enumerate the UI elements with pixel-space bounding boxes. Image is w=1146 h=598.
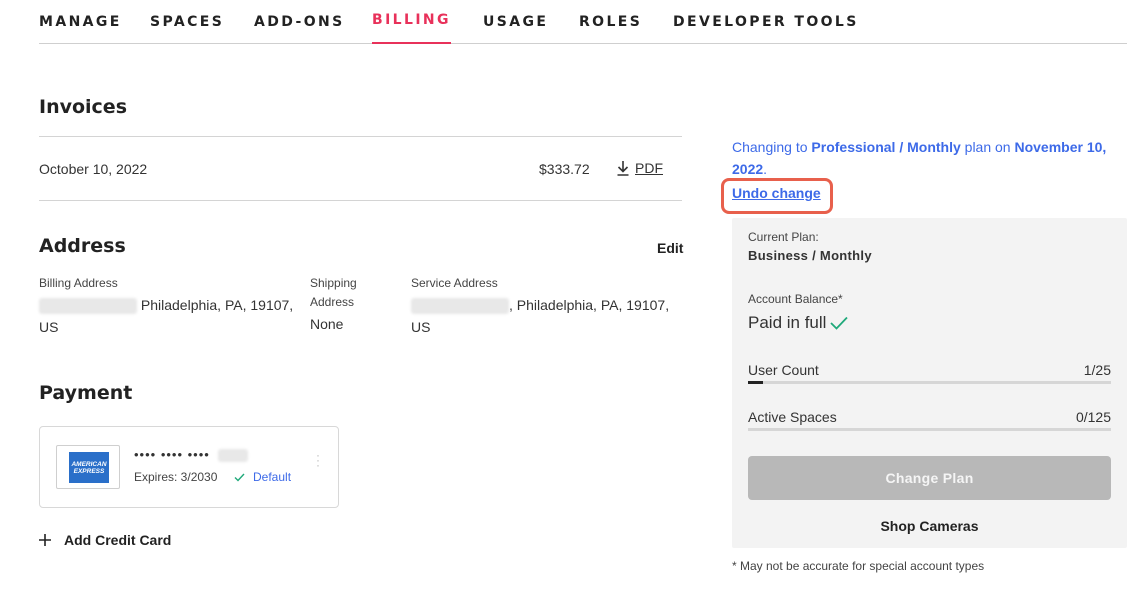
active-spaces-label: Active Spaces (748, 409, 837, 425)
plan-change-middle: plan on (960, 139, 1015, 155)
account-balance-label: Account Balance* (748, 292, 843, 306)
service-address-label: Service Address (411, 276, 498, 290)
billing-address-label: Billing Address (39, 276, 118, 290)
default-label: Default (253, 470, 292, 484)
shipping-label-line2: Address (310, 295, 355, 309)
payment-title: Payment (39, 382, 133, 404)
tab-add-ons[interactable]: ADD-ONS (254, 14, 345, 30)
plan-change-suffix: . (763, 161, 768, 177)
tab-spaces[interactable]: SPACES (150, 14, 224, 30)
card-expiry: Expires: 3/2030 (134, 470, 218, 484)
current-plan-label: Current Plan: (748, 230, 819, 244)
service-city: , Philadelphia, PA, 19107, (509, 297, 670, 313)
tab-manage[interactable]: MANAGE (39, 14, 122, 30)
check-icon (830, 316, 849, 330)
active-spaces-row: Active Spaces 0/125 (748, 409, 1111, 425)
shipping-address-value: None (310, 316, 344, 332)
tab-billing[interactable]: BILLING (372, 12, 451, 44)
shipping-address-label: Shipping Address (310, 274, 357, 312)
download-icon (617, 161, 629, 176)
invoice-amount: $333.72 (539, 161, 590, 177)
user-count-label: User Count (748, 362, 819, 378)
billing-country: US (39, 319, 59, 335)
edit-address-button[interactable]: Edit (657, 240, 683, 256)
top-nav: MANAGE SPACES ADD-ONS BILLING USAGE ROLE… (39, 0, 1127, 44)
undo-change-link[interactable]: Undo change (732, 185, 821, 201)
pdf-label: PDF (635, 160, 663, 176)
user-count-bar-fill (748, 381, 763, 384)
account-balance-value: Paid in full (748, 313, 849, 333)
invoice-pdf-link[interactable]: PDF (617, 160, 663, 176)
redacted-last4 (218, 449, 249, 463)
user-count-bar (748, 381, 1111, 384)
amex-line1: AMERICAN (71, 461, 107, 468)
add-credit-card-label: Add Credit Card (64, 532, 172, 548)
billing-address-value: Philadelphia, PA, 19107, US (39, 294, 301, 338)
amex-line2: EXPRESS (73, 468, 105, 475)
current-plan-value: Business / Monthly (748, 248, 872, 263)
card-number: •••• •••• •••• (134, 447, 249, 463)
shop-cameras-link[interactable]: Shop Cameras (748, 518, 1111, 534)
redacted-street (411, 298, 509, 315)
footnote: * May not be accurate for special accoun… (732, 559, 985, 573)
card-menu-icon[interactable]: · · · (316, 449, 320, 471)
card-masked: •••• •••• •••• (134, 447, 210, 462)
plus-icon (39, 534, 51, 546)
invoice-date: October 10, 2022 (39, 161, 148, 177)
user-count-value: 1/25 (1083, 362, 1111, 378)
new-plan-name: Professional / Monthly (811, 139, 961, 155)
invoices-title: Invoices (39, 96, 128, 118)
active-spaces-value: 0/125 (1075, 409, 1111, 425)
tab-usage[interactable]: USAGE (483, 14, 548, 30)
check-icon (234, 473, 245, 482)
service-address-value: , Philadelphia, PA, 19107, US (411, 294, 681, 338)
tab-developer-tools[interactable]: DEVELOPER TOOLS (673, 14, 859, 30)
redacted-street (39, 298, 137, 315)
address-title: Address (39, 235, 126, 257)
plan-summary-panel: Current Plan: Business / Monthly Account… (732, 218, 1127, 548)
tab-roles[interactable]: ROLES (579, 14, 642, 30)
change-plan-button[interactable]: Change Plan (748, 456, 1111, 500)
user-count-row: User Count 1/25 (748, 362, 1111, 378)
shipping-label-line1: Shipping (310, 276, 357, 290)
service-country: US (411, 319, 431, 335)
balance-text: Paid in full (748, 313, 827, 332)
invoices-divider (39, 136, 682, 137)
credit-card: AMERICAN EXPRESS •••• •••• •••• Expires:… (39, 426, 339, 508)
plan-change-prefix: Changing to (732, 139, 812, 155)
amex-logo: AMERICAN EXPRESS (56, 445, 120, 489)
plan-change-notice: Changing to Professional / Monthly plan … (732, 136, 1122, 180)
billing-city: Philadelphia, PA, 19107, (140, 297, 294, 313)
invoice-row-divider (39, 200, 682, 201)
active-spaces-bar (748, 428, 1111, 431)
add-credit-card-button[interactable]: Add Credit Card (39, 532, 171, 548)
card-default-badge: Default (234, 470, 291, 484)
change-plan-label: Change Plan (885, 470, 974, 486)
